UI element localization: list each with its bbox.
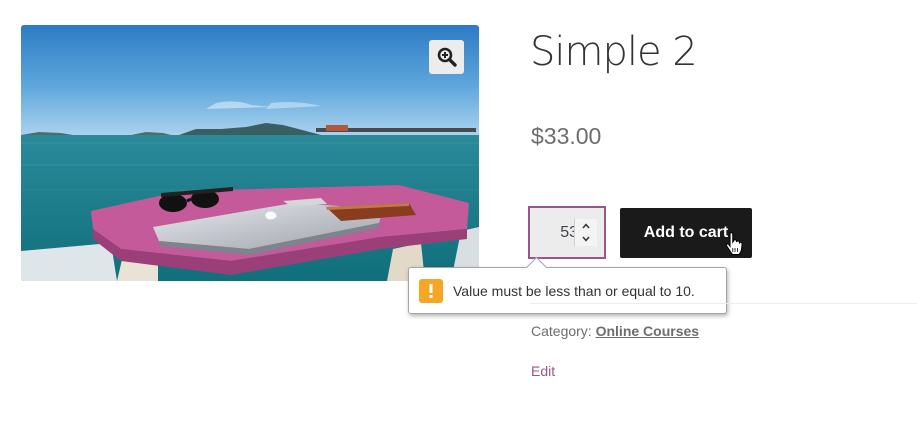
- validation-tooltip: Value must be less than or equal to 10.: [408, 256, 727, 314]
- product-title: Simple 2: [530, 29, 698, 75]
- zoom-button[interactable]: [429, 40, 464, 74]
- quantity-stepper[interactable]: [574, 219, 597, 246]
- quantity-input[interactable]: [530, 208, 580, 257]
- increment-button[interactable]: [575, 219, 597, 232]
- product-image[interactable]: [21, 25, 479, 281]
- product-gallery: [21, 25, 479, 281]
- hand-cursor-icon: [725, 232, 743, 256]
- divider: [530, 303, 917, 304]
- magnify-plus-icon: [437, 47, 457, 67]
- category-link[interactable]: Online Courses: [596, 323, 699, 339]
- quantity-field[interactable]: [528, 206, 606, 259]
- warning-icon: [419, 279, 443, 303]
- tooltip-arrow: [525, 256, 548, 279]
- category-label: Category:: [531, 323, 592, 339]
- edit-link[interactable]: Edit: [531, 363, 555, 379]
- chevron-up-icon: [582, 222, 590, 228]
- validation-message: Value must be less than or equal to 10.: [453, 283, 695, 299]
- chevron-down-icon: [582, 236, 590, 242]
- exclamation-icon: [429, 284, 433, 298]
- product-category: Category: Online Courses: [531, 323, 699, 339]
- decrement-button[interactable]: [575, 232, 597, 245]
- product-price: $33.00: [531, 123, 602, 149]
